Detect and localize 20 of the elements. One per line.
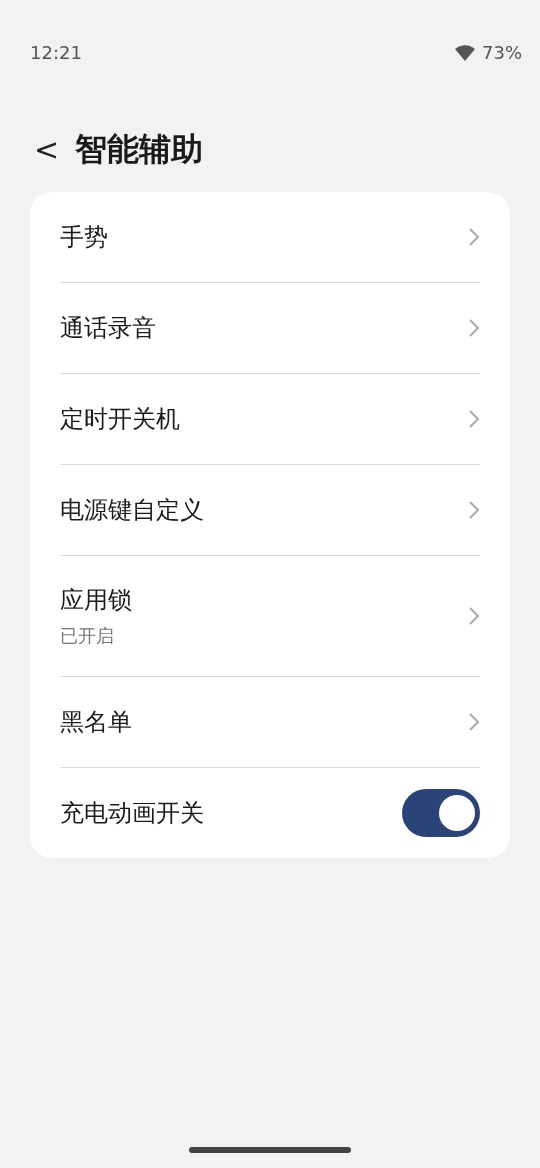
battery-percent: 73% <box>482 42 522 63</box>
setting-label[interactable]: 黑名单 <box>60 706 132 738</box>
chevron-right-icon[interactable] <box>468 712 480 732</box>
status-time: 12:21 <box>30 42 82 63</box>
chevron-right-icon[interactable] <box>468 318 480 338</box>
setting-status: 已开启 <box>60 624 115 648</box>
setting-label[interactable]: 手势 <box>60 221 108 253</box>
setting-label[interactable]: 充电动画开关 <box>60 797 204 829</box>
chevron-right-icon[interactable] <box>468 500 480 520</box>
setting-label[interactable]: 通话录音 <box>60 312 156 344</box>
setting-label[interactable]: 电源键自定义 <box>60 494 204 526</box>
toggle-switch[interactable] <box>402 789 480 837</box>
wifi-icon <box>454 43 476 62</box>
setting-label[interactable]: 定时开关机 <box>60 403 180 435</box>
chevron-right-icon[interactable] <box>468 227 480 247</box>
back-button[interactable]: < <box>34 135 60 165</box>
page-title: 智能辅助 <box>75 129 204 170</box>
chevron-right-icon[interactable] <box>468 409 480 429</box>
setting-label[interactable]: 应用锁 <box>60 584 132 616</box>
chevron-right-icon[interactable] <box>468 606 480 626</box>
